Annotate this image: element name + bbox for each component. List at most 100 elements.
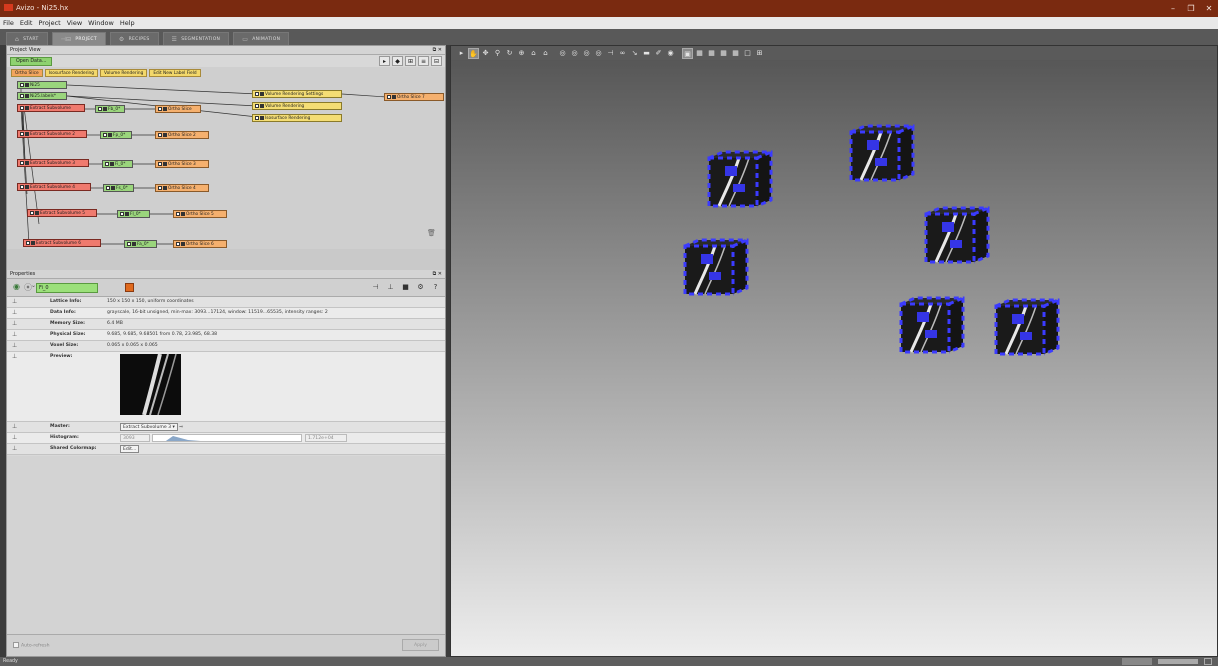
pin-icon[interactable]: ⊥ — [12, 319, 17, 329]
tree-view-icon[interactable]: ⊟ — [431, 56, 442, 66]
select-tool-icon[interactable]: ▸ — [379, 56, 390, 66]
fullscreen-icon[interactable]: □ — [742, 48, 753, 59]
graph-node[interactable]: Ni25 — [17, 81, 67, 89]
quick-edit-label-field-button[interactable]: Edit New Label Field — [149, 69, 201, 77]
layout-quad-icon[interactable]: ▦ — [730, 48, 741, 59]
trash-icon[interactable]: 🗑 — [427, 229, 436, 237]
graph-node[interactable]: Ni25.labels* — [17, 92, 67, 100]
translate-icon[interactable]: ✥ — [480, 48, 491, 59]
graph-node[interactable]: Ortho Slice 2 — [155, 131, 209, 139]
view-y-icon[interactable]: ◎ — [569, 48, 580, 59]
node-visibility-icon[interactable] — [106, 185, 110, 190]
node-visibility-icon[interactable] — [26, 240, 30, 245]
node-visibility-icon[interactable] — [120, 211, 124, 216]
pick-tool-icon[interactable]: ◆ — [392, 56, 403, 66]
node-visibility-icon[interactable] — [255, 91, 259, 96]
hierarchy-icon[interactable]: ⊥ — [385, 282, 396, 293]
node-visibility-icon[interactable] — [158, 161, 162, 166]
graph-node[interactable]: Fb_0* — [95, 105, 125, 113]
close-button[interactable]: ✕ — [1200, 0, 1218, 17]
node-visibility-icon[interactable] — [255, 103, 259, 108]
quick-isosurface-button[interactable]: Isosurface Rendering — [44, 69, 99, 77]
viewer-scene[interactable] — [451, 60, 1217, 656]
node-visibility-icon[interactable] — [20, 184, 24, 189]
histogram-min-field[interactable]: 3093 — [120, 434, 150, 442]
layout-single-icon[interactable]: ▣ — [682, 47, 693, 59]
graph-node[interactable]: Ortho Slice 3 — [155, 160, 209, 168]
graph-node[interactable]: Volume Rendering — [252, 102, 342, 110]
close-panel-icon[interactable]: ⧉ ✕ — [433, 46, 442, 55]
node-visibility-icon[interactable] — [20, 160, 24, 165]
node-visibility-icon[interactable] — [98, 106, 102, 111]
save-icon[interactable]: ■ — [400, 282, 411, 293]
node-visibility-icon[interactable] — [387, 94, 391, 99]
settings-icon[interactable]: ⚙ — [415, 282, 426, 293]
pin-icon[interactable]: ⊥ — [12, 308, 17, 318]
project-graph[interactable]: Ni25 Ni25.labels* Volume Rendering Setti… — [7, 79, 445, 249]
tab-animation[interactable]: ▭ ANIMATION — [233, 32, 290, 45]
interact-icon[interactable]: ▸ — [456, 48, 467, 59]
annotation-icon[interactable]: ✐ — [653, 48, 664, 59]
pin-icon[interactable]: ⊥ — [12, 297, 17, 307]
graph-node[interactable]: Extract Subvolume 2 — [17, 130, 87, 138]
pin-icon[interactable]: ⊥ — [12, 330, 17, 340]
auto-refresh-checkbox[interactable]: Auto-refresh — [13, 642, 50, 649]
zoom-icon[interactable]: ⚲ — [492, 48, 503, 59]
histogram-max-field[interactable]: 1.712e+04 — [305, 434, 347, 442]
graph-node[interactable]: Fs_0* — [103, 184, 134, 192]
graph-node[interactable]: Extract Subvolume 3 — [17, 159, 89, 167]
graph-node[interactable]: Ortho Slice — [155, 105, 201, 113]
node-visibility-icon[interactable] — [20, 82, 24, 87]
maximize-button[interactable]: ❐ — [1182, 0, 1200, 17]
snapshot-icon[interactable]: ◉ — [665, 48, 676, 59]
graph-node[interactable]: Ortho Slice 6 — [173, 240, 227, 248]
layout-grid-icon[interactable]: ⊞ — [754, 48, 765, 59]
view-x-icon[interactable]: ◎ — [557, 48, 568, 59]
colormap-edit-button[interactable]: Edit... — [120, 445, 140, 453]
layout-two-icon[interactable]: ▦ — [694, 48, 705, 59]
node-visibility-icon[interactable] — [176, 241, 180, 246]
measure-icon[interactable]: ⊣ — [605, 48, 616, 59]
3d-viewer[interactable]: ▸ ✋ ✥ ⚲ ↻ ⊕ ⌂ ⌂ ◎ ◎ ◎ ◎ ⊣ ∞ ↘ ▬ ✐ ◉ ▣ ▦ … — [450, 45, 1218, 657]
node-visibility-icon[interactable] — [158, 106, 162, 111]
view-z-icon[interactable]: ◎ — [581, 48, 592, 59]
graph-view-icon[interactable]: ⊞ — [405, 56, 416, 66]
graph-node[interactable]: Fl_0* — [117, 210, 150, 218]
quick-volume-rendering-button[interactable]: Volume Rendering — [100, 69, 148, 77]
tab-start[interactable]: ⌂ START — [6, 32, 48, 45]
object-color-swatch[interactable] — [125, 283, 134, 292]
graph-node[interactable]: Extract Subvolume — [17, 104, 85, 112]
node-visibility-icon[interactable] — [255, 115, 259, 120]
node-visibility-icon[interactable] — [158, 132, 162, 137]
goto-master-icon[interactable]: ⇨ — [179, 425, 183, 430]
connect-icon[interactable]: ⊣ — [370, 282, 381, 293]
visibility-toggle-icon[interactable]: ◉ — [13, 282, 20, 291]
menu-window[interactable]: Window — [88, 19, 114, 27]
layout-two-vertical-icon[interactable]: ▦ — [706, 48, 717, 59]
pin-icon[interactable]: ⊥ — [12, 341, 17, 351]
minimize-button[interactable]: – — [1164, 0, 1182, 17]
layout-four-icon[interactable]: ▦ — [718, 48, 729, 59]
set-home-icon[interactable]: ⌂ — [540, 48, 551, 59]
graph-node[interactable]: Fi_0* — [102, 160, 133, 168]
rotate-icon[interactable]: ↻ — [504, 48, 515, 59]
node-visibility-icon[interactable] — [20, 93, 24, 98]
menu-help[interactable]: Help — [120, 19, 135, 27]
pick-icon[interactable]: ↘ — [629, 48, 640, 59]
graph-node[interactable]: Fp_0* — [100, 131, 132, 139]
layout-icon[interactable]: ≡ — [418, 56, 429, 66]
pin-icon[interactable]: ⊥ — [12, 422, 17, 432]
menu-view[interactable]: View — [67, 19, 82, 27]
selected-object-field[interactable]: Fi_0 — [36, 283, 98, 293]
tab-recipes[interactable]: ⚙ RECIPES — [109, 32, 159, 45]
stereo-icon[interactable]: ∞ — [617, 48, 628, 59]
node-visibility-icon[interactable] — [30, 210, 34, 215]
open-data-button[interactable]: Open Data... — [10, 57, 53, 66]
graph-node[interactable]: Extract Subvolume 4 — [17, 183, 91, 191]
pin-icon[interactable]: ⊥ — [12, 433, 17, 443]
menu-file[interactable]: File — [3, 19, 14, 27]
graph-node[interactable]: Ortho Slice 5 — [173, 210, 227, 218]
histogram-graph[interactable] — [152, 434, 302, 442]
node-visibility-icon[interactable] — [103, 132, 107, 137]
node-visibility-icon[interactable] — [20, 105, 24, 110]
